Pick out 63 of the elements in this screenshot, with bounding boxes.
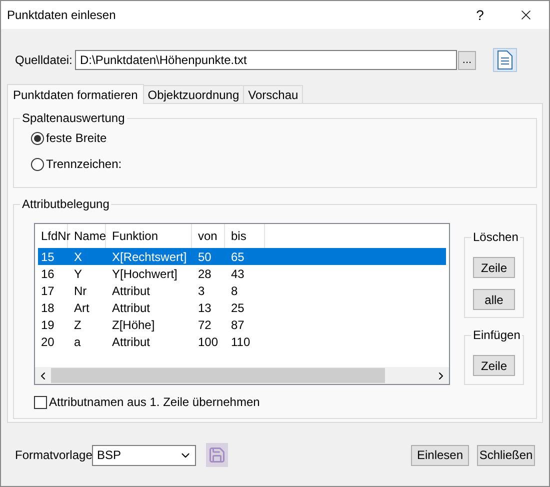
template-label: Formatvorlage [15, 447, 92, 464]
table-row[interactable]: 19 Z Z[Höhe] 72 87 [38, 316, 446, 333]
table-cell-text: 8 [230, 282, 239, 300]
help-button[interactable]: ? [457, 1, 503, 29]
tab[interactable]: Objektzuordnung [144, 85, 244, 103]
table-cell-text: 43 [230, 266, 246, 282]
table-cell-text: Z [73, 316, 82, 334]
table-cell-text: Z[Höhe] [111, 316, 156, 334]
tab[interactable]: Punktdaten formatieren [7, 84, 144, 104]
delete-button[interactable]: Zeile [473, 257, 515, 278]
table-cell-text: 25 [230, 300, 246, 316]
group-title: Attributbelegung [20, 196, 112, 212]
horizontal-scrollbar[interactable] [35, 367, 449, 384]
dialog-button[interactable]: Schließen [477, 444, 535, 466]
checkbox[interactable] [34, 396, 47, 408]
table-cell-text: 18 [40, 300, 56, 316]
delete-button[interactable]: alle [473, 289, 515, 310]
table-cell-text: Y[Hochwert] [111, 266, 178, 282]
radio-button[interactable] [31, 158, 44, 170]
document-button[interactable] [493, 48, 517, 72]
table-cell-text: Art [73, 300, 90, 316]
table-cell-text: 100 [197, 334, 220, 350]
radio-button[interactable] [31, 132, 44, 144]
table-row[interactable]: 15 X X[Rechtswert] 50 65 [38, 248, 446, 265]
browse-button[interactable]: ... [458, 50, 476, 70]
table-cell-text: 65 [230, 248, 246, 266]
table-cell-text: 87 [230, 316, 246, 334]
table-cell-text: X [73, 248, 84, 266]
table-cell-text: Attribut [111, 282, 152, 300]
group-title: Einfügen [471, 327, 522, 343]
table-row[interactable]: 17 Nr Attribut 3 8 [38, 282, 446, 299]
insert-button[interactable]: Zeile [473, 355, 515, 376]
table-row[interactable]: 18 Art Attribut 13 25 [38, 299, 446, 316]
document-icon [497, 50, 513, 70]
radio-label: Trennzeichen: [46, 156, 122, 173]
table-cell-text: 15 [40, 248, 56, 266]
table-row[interactable]: 16 Y Y[Hochwert] 28 43 [38, 265, 446, 282]
source-label: Quelldatei: [15, 52, 74, 69]
table-cell-text: 28 [197, 266, 212, 282]
table-cell-text: Attribut [111, 300, 152, 316]
table-cell-text: 16 [40, 266, 56, 282]
table-cell-text: 19 [40, 316, 56, 334]
table-cell-text: a [73, 334, 82, 350]
table-cell-text: 17 [40, 282, 56, 300]
table-cell-text: 3 [197, 282, 206, 300]
group-title: Spaltenauswertung [20, 110, 127, 126]
table-cell-text: Nr [73, 282, 88, 300]
table-cell-text: 13 [197, 300, 212, 316]
source-field[interactable]: D:\Punktdaten\Höhenpunkte.txt [75, 50, 457, 70]
table-row[interactable]: 20 a Attribut 100 110 [38, 333, 446, 350]
table-cell-text: Y [73, 266, 84, 282]
table-cell-text: 20 [40, 334, 56, 350]
window-title: Punktdaten einlesen [7, 7, 117, 24]
checkbox-label: Attributnamen aus 1. Zeile übernehmen [49, 394, 260, 411]
table-cell-text: 50 [197, 248, 212, 266]
table-cell-text: Attribut [111, 334, 152, 350]
table-cell-text: 72 [197, 316, 212, 334]
radio-label: feste Breite [46, 130, 107, 147]
template-dropdown[interactable]: BSP [92, 444, 196, 466]
tab[interactable]: Vorschau [244, 85, 304, 103]
table-cell-text: X[Rechtswert] [111, 248, 188, 266]
dialog-button[interactable]: Einlesen [411, 444, 469, 466]
table-cell-text: 110 [230, 334, 252, 350]
